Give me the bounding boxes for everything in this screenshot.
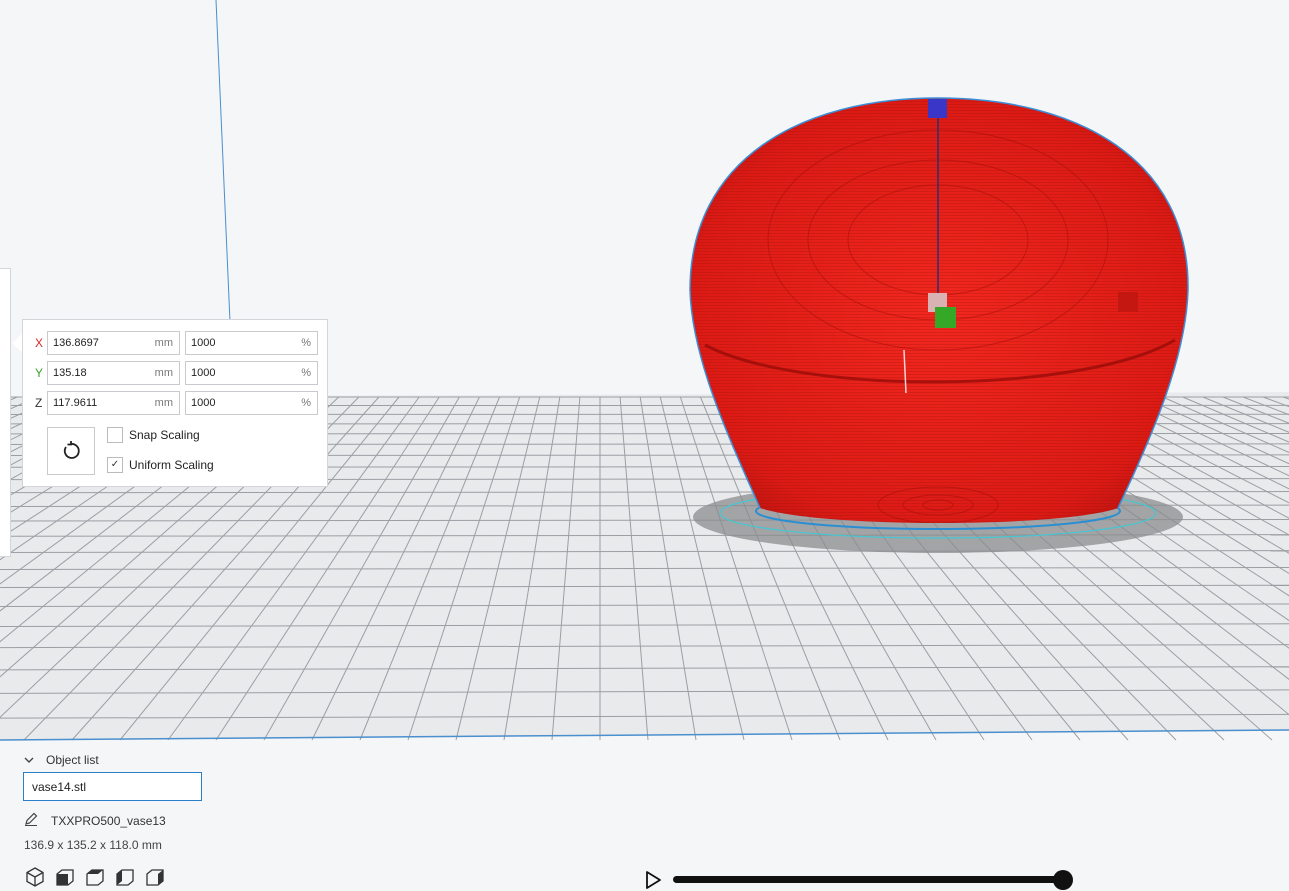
scale-row-z: Z 117.9611 mm 1000 % (23, 391, 329, 415)
y-scale-handle[interactable] (935, 307, 956, 328)
layer-slider-track[interactable] (673, 876, 1065, 883)
top-view-icon[interactable] (84, 866, 106, 888)
job-name-row[interactable]: TXXPRO500_vase13 (24, 812, 166, 829)
object-list-toggle[interactable]: Object list (24, 753, 99, 767)
x-size-input[interactable]: 136.8697 mm (47, 331, 180, 355)
right-view-icon[interactable] (144, 866, 166, 888)
scale-tool-panel: X 136.8697 mm 1000 % Y 135.18 mm 1000 % … (22, 319, 328, 487)
z-axis-label: Z (35, 396, 43, 410)
chevron-down-icon (24, 753, 38, 767)
left-view-icon[interactable] (114, 866, 136, 888)
layer-slider-handle[interactable] (1053, 870, 1073, 890)
x-scale-handle[interactable] (1118, 292, 1138, 312)
reset-icon (63, 441, 80, 459)
scale-row-x: X 136.8697 mm 1000 % (23, 331, 329, 355)
uniform-scaling-label: Uniform Scaling (129, 458, 214, 472)
y-size-input[interactable]: 135.18 mm (47, 361, 180, 385)
x-axis-label: X (35, 336, 44, 350)
z-size-value: 117.9611 (53, 397, 98, 409)
x-percent-unit: % (301, 337, 311, 349)
x-percent-value: 1000 (191, 337, 216, 349)
reset-scale-button[interactable] (47, 427, 95, 475)
selected-object-item[interactable]: vase14.stl (23, 772, 202, 801)
job-name: TXXPRO500_vase13 (51, 814, 166, 828)
build-volume-edge (215, 0, 231, 323)
x-percent-input[interactable]: 1000 % (185, 331, 318, 355)
y-axis-label: Y (35, 366, 44, 380)
snap-scaling-label: Snap Scaling (129, 428, 200, 442)
z-percent-input[interactable]: 1000 % (185, 391, 318, 415)
z-scale-handle[interactable] (928, 99, 947, 118)
object-list-label: Object list (46, 753, 99, 767)
3d-view-icon[interactable] (24, 866, 46, 888)
z-percent-value: 1000 (191, 397, 216, 409)
tool-sidebar (0, 268, 11, 557)
panel-pointer (12, 334, 22, 352)
z-size-input[interactable]: 117.9611 mm (47, 391, 180, 415)
play-icon[interactable] (643, 870, 663, 890)
pencil-icon[interactable] (24, 812, 38, 826)
y-size-value: 135.18 (53, 367, 87, 379)
x-size-value: 136.8697 (53, 337, 99, 349)
y-size-unit: mm (154, 367, 173, 379)
y-percent-unit: % (301, 367, 311, 379)
snap-scaling-checkbox[interactable] (107, 427, 123, 443)
front-view-icon[interactable] (54, 866, 76, 888)
x-size-unit: mm (154, 337, 173, 349)
z-percent-unit: % (301, 397, 311, 409)
y-percent-value: 1000 (191, 367, 216, 379)
z-size-unit: mm (154, 397, 173, 409)
uniform-scaling-checkbox[interactable]: ✓ (107, 457, 123, 473)
model-dimensions: 136.9 x 135.2 x 118.0 mm (24, 838, 162, 852)
y-percent-input[interactable]: 1000 % (185, 361, 318, 385)
scale-row-y: Y 135.18 mm 1000 % (23, 361, 329, 385)
